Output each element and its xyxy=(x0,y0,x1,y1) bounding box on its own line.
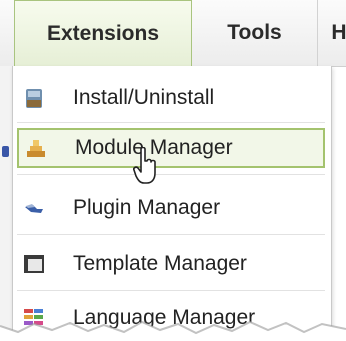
template-icon xyxy=(24,255,44,273)
menu-item-label: Install/Uninstall xyxy=(73,86,215,109)
menu-item-label: Plugin Manager xyxy=(73,196,221,219)
install-icon xyxy=(26,89,42,108)
menu-divider xyxy=(17,122,325,123)
bullet-icon xyxy=(2,146,9,157)
menu-item-module-manager[interactable]: Module Manager xyxy=(17,128,325,168)
mouse-pointer-icon xyxy=(133,147,156,184)
menu-item-label: Template Manager xyxy=(73,252,247,275)
menu-item-install-uninstall[interactable]: Install/Uninstall xyxy=(17,78,325,118)
menu-divider xyxy=(17,290,325,291)
menu-item-template-manager[interactable]: Template Manager xyxy=(17,244,325,284)
tab-help[interactable]: H xyxy=(319,0,346,66)
tab-tools[interactable]: Tools xyxy=(192,0,318,66)
plugin-icon xyxy=(25,204,43,213)
menu-bar: Extensions Tools H xyxy=(0,0,346,67)
menu-divider xyxy=(17,174,325,175)
extensions-dropdown-menu: Install/Uninstall Module Manager Plugin … xyxy=(12,66,332,341)
module-icon xyxy=(27,140,45,157)
tab-extensions[interactable]: Extensions xyxy=(14,0,192,66)
torn-edge xyxy=(0,320,346,341)
menu-divider xyxy=(17,234,325,235)
menu-item-plugin-manager[interactable]: Plugin Manager xyxy=(17,188,325,228)
